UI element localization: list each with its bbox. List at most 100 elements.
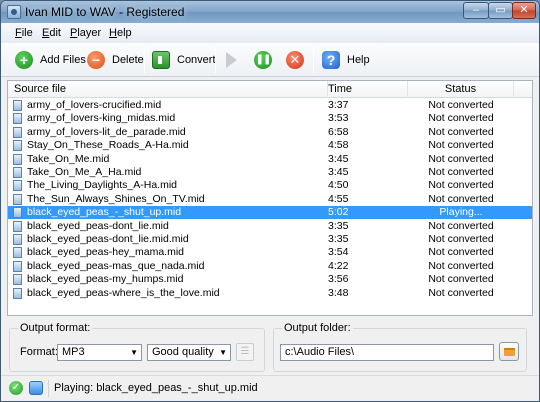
row-file-name: black_eyed_peas-mas_que_nada.mid bbox=[27, 259, 205, 272]
table-row[interactable]: black_eyed_peas-dont_lie.mid.mid 3:35 Not … bbox=[8, 233, 532, 246]
close-button[interactable]: ✕ bbox=[512, 2, 536, 19]
row-file-name: black_eyed_peas_-_shut_up.mid bbox=[27, 206, 182, 219]
menu-edit[interactable]: Edit bbox=[42, 27, 61, 39]
row-status: Not converted bbox=[428, 152, 494, 165]
format-settings-button[interactable] bbox=[236, 343, 254, 361]
title-bar[interactable]: Ivan MID to WAV - Registered – ▭ ✕ bbox=[1, 1, 539, 23]
row-time: 3:45 bbox=[328, 166, 349, 178]
play-button[interactable] bbox=[223, 49, 237, 71]
row-file-name: army_of_lovers-lit_de_parade.mid bbox=[27, 125, 186, 138]
file-icon bbox=[13, 207, 22, 219]
row-file-name: army_of_lovers-king_midas.mid bbox=[27, 112, 176, 125]
quality-value: Good quality bbox=[152, 346, 214, 358]
output-folder-group: Output folder: c:\Audio Files\ bbox=[273, 322, 527, 372]
checkmark-icon[interactable]: ✓ bbox=[9, 381, 23, 395]
row-file-name: black_eyed_peas-dont_lie.mid bbox=[27, 219, 169, 232]
quality-select[interactable]: Good quality ▼ bbox=[147, 344, 231, 361]
list-header: Source file Time Status bbox=[8, 81, 532, 98]
row-time: 4:22 bbox=[328, 259, 349, 272]
file-icon bbox=[13, 126, 22, 138]
row-time: 3:35 bbox=[328, 219, 349, 232]
stop-x-icon: ✕ bbox=[286, 51, 304, 69]
minimize-button[interactable]: – bbox=[463, 2, 489, 19]
format-label: Format: bbox=[20, 346, 58, 358]
browse-folder-button[interactable] bbox=[499, 342, 519, 361]
table-row[interactable]: Stay_On_These_Roads_A-Ha.mid 4:58 Not conv… bbox=[8, 139, 532, 152]
file-icon bbox=[13, 113, 22, 125]
table-row[interactable]: black_eyed_peas_-_shut_up.mid 5:02 Playing… bbox=[8, 206, 532, 220]
table-row[interactable]: Take_On_Me_A_Ha.mid 3:45 Not converted bbox=[8, 166, 532, 179]
info-icon[interactable] bbox=[29, 381, 43, 395]
plus-icon: + bbox=[15, 51, 33, 69]
file-icon bbox=[13, 274, 22, 286]
menu-player[interactable]: Player bbox=[70, 27, 101, 39]
toolbar-separator bbox=[313, 47, 314, 73]
output-format-group: Output format: Format: MP3 ▼ Good qualit… bbox=[9, 322, 265, 372]
output-format-label: Output format: bbox=[18, 322, 93, 334]
row-status: Not converted bbox=[428, 233, 494, 245]
row-status: Not converted bbox=[428, 139, 494, 152]
format-select[interactable]: MP3 ▼ bbox=[57, 344, 142, 361]
toolbar: + Add Files − Delete Convert ❚❚ ✕ ? Help bbox=[1, 43, 539, 77]
row-time: 3:35 bbox=[328, 233, 349, 245]
add-files-button[interactable]: + Add Files bbox=[15, 49, 86, 71]
output-folder-input[interactable]: c:\Audio Files\ bbox=[280, 344, 494, 361]
menu-file[interactable]: File bbox=[15, 27, 33, 39]
row-time: 3:45 bbox=[328, 152, 349, 165]
table-row[interactable]: black_eyed_peas-where_is_the_love.mid 3:4… bbox=[8, 287, 532, 300]
stop-button[interactable]: ✕ bbox=[286, 49, 311, 71]
row-time: 3:37 bbox=[328, 99, 349, 111]
row-file-name: black_eyed_peas-dont_lie.mid.mid bbox=[27, 233, 189, 245]
table-row[interactable]: black_eyed_peas-hey_mama.mid 3:54 Not conv… bbox=[8, 246, 532, 259]
row-file-name: black_eyed_peas-where_is_the_love.mid bbox=[27, 286, 220, 299]
row-status: Not converted bbox=[428, 166, 494, 178]
delete-label: Delete bbox=[112, 54, 144, 66]
row-file-name: black_eyed_peas-my_humps.mid bbox=[27, 273, 184, 286]
file-icon bbox=[13, 287, 22, 299]
table-row[interactable]: The_Sun_Always_Shines_On_TV.mid 4:55 Not c… bbox=[8, 193, 532, 206]
row-status: Not converted bbox=[428, 192, 494, 205]
table-row[interactable]: army_of_lovers-lit_de_parade.mid 6:58 Not … bbox=[8, 126, 532, 139]
delete-button[interactable]: − Delete bbox=[87, 49, 144, 71]
row-status: Not converted bbox=[428, 99, 494, 111]
column-header-file[interactable]: Source file bbox=[8, 81, 328, 98]
table-row[interactable]: black_eyed_peas-mas_que_nada.mid 4:22 Not … bbox=[8, 260, 532, 273]
convert-label: Convert bbox=[177, 54, 216, 66]
convert-icon bbox=[152, 51, 170, 69]
app-icon[interactable] bbox=[7, 5, 21, 19]
file-list[interactable]: Source file Time Status army_of_lovers-c… bbox=[7, 80, 533, 316]
row-status: Not converted bbox=[428, 273, 494, 286]
table-row[interactable]: Take_On_Me.mid 3:45 Not converted bbox=[8, 153, 532, 166]
row-file-name: Stay_On_These_Roads_A-Ha.mid bbox=[27, 139, 189, 152]
table-row[interactable]: black_eyed_peas-my_humps.mid 3:56 Not conv… bbox=[8, 273, 532, 286]
table-row[interactable]: black_eyed_peas-dont_lie.mid 3:35 Not conv… bbox=[8, 220, 532, 233]
row-file-name: army_of_lovers-crucified.mid bbox=[27, 99, 162, 111]
column-header-status[interactable]: Status bbox=[408, 81, 514, 98]
column-header-time[interactable]: Time bbox=[328, 81, 408, 98]
row-status: Not converted bbox=[428, 179, 494, 192]
maximize-button[interactable]: ▭ bbox=[488, 2, 513, 19]
row-status: Not converted bbox=[428, 246, 494, 259]
table-row[interactable]: army_of_lovers-crucified.mid 3:37 Not conv… bbox=[8, 99, 532, 112]
row-time: 3:56 bbox=[328, 273, 349, 286]
table-row[interactable]: The_Living_Daylights_A-Ha.mid 4:50 Not con… bbox=[8, 179, 532, 192]
row-file-name: The_Sun_Always_Shines_On_TV.mid bbox=[27, 192, 205, 205]
pause-button[interactable]: ❚❚ bbox=[254, 49, 279, 71]
play-icon bbox=[226, 52, 237, 68]
row-file-name: Take_On_Me_A_Ha.mid bbox=[27, 166, 142, 178]
row-status: Not converted bbox=[428, 219, 494, 232]
toolbar-separator bbox=[144, 47, 145, 73]
convert-button[interactable]: Convert bbox=[152, 49, 216, 71]
table-row[interactable]: army_of_lovers-king_midas.mid 3:53 Not con… bbox=[8, 112, 532, 125]
row-time: 5:02 bbox=[328, 206, 349, 219]
menu-help[interactable]: Help bbox=[109, 27, 132, 39]
help-icon: ? bbox=[322, 51, 340, 69]
help-label: Help bbox=[347, 54, 370, 66]
help-button[interactable]: ? Help bbox=[322, 49, 370, 71]
toolbar-separator bbox=[215, 47, 216, 73]
app-window: Ivan MID to WAV - Registered – ▭ ✕ File … bbox=[0, 0, 540, 402]
row-status: Playing... bbox=[439, 206, 483, 219]
file-icon bbox=[13, 153, 22, 165]
window-title: Ivan MID to WAV - Registered bbox=[25, 5, 185, 19]
file-icon bbox=[13, 193, 22, 205]
